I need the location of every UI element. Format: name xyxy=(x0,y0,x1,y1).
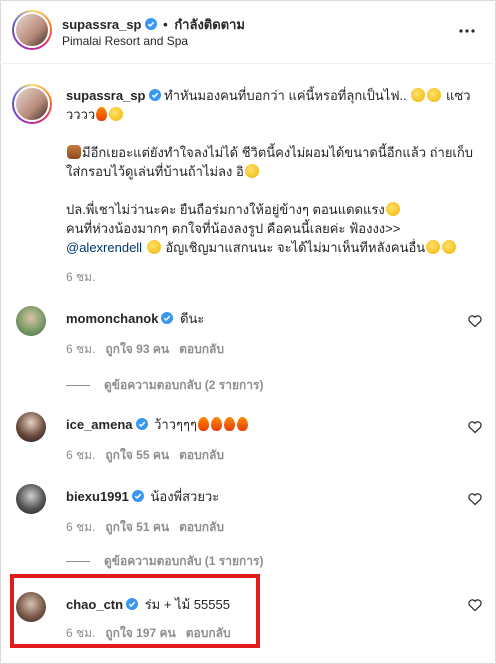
caption-time: 6 ชม. xyxy=(66,270,96,284)
mention-link[interactable]: @alexrendell xyxy=(66,240,142,255)
comment-meta: 6 ชม. ถูกใจ 51 คน ตอบกลับ xyxy=(66,518,224,537)
more-horizontal-icon[interactable] xyxy=(458,22,476,40)
comment-body: biexu1991 น้องพี่สวยวะ xyxy=(66,486,219,507)
location-link[interactable]: Pimalai Resort and Spa xyxy=(62,34,188,48)
comment-time: 6 ชม. xyxy=(66,448,96,462)
comment-username[interactable]: ice_amena xyxy=(66,417,133,432)
comment-time: 6 ชม. xyxy=(66,520,96,534)
sunglasses-emoji-icon xyxy=(411,88,426,102)
caption-paragraph-3a: ปล.พี่เชาไม่ว่านะคะ ยืนถือร่มกางให้อยู่ข… xyxy=(66,202,385,217)
smile-emoji-icon xyxy=(244,164,259,178)
comment-reply-button[interactable]: ตอบกลับ xyxy=(179,342,224,356)
crazy-face-emoji-icon xyxy=(146,240,161,254)
caption-line-1: ทำหันมองคนที่บอกว่า แค่นี้หรอที่ลุกเป็นไ… xyxy=(164,88,407,103)
bag-emoji-icon xyxy=(67,145,81,159)
verified-badge-icon xyxy=(161,312,174,324)
comment-reply-button[interactable]: ตอบกลับ xyxy=(179,448,224,462)
verified-badge-icon xyxy=(144,18,157,30)
comment-meta: 6 ชม. ถูกใจ 55 คน ตอบกลับ xyxy=(66,446,224,465)
fire-emoji-icon xyxy=(96,107,108,121)
comment-time: 6 ชม. xyxy=(66,342,96,356)
fire-emoji-icon xyxy=(223,417,235,431)
comment-username[interactable]: biexu1991 xyxy=(66,489,129,504)
comment-body: momonchanok ดีนะ xyxy=(66,308,204,329)
comment-text: น้องพี่สวยวะ xyxy=(150,489,220,504)
verified-badge-icon xyxy=(135,418,148,430)
caption-paragraph-3b: คนที่ห่วงน้องมากๆ ตกใจที่น้องลงรูป คือคน… xyxy=(66,221,401,236)
smile-emoji-icon xyxy=(109,107,124,121)
comment-avatar-biexu1991[interactable] xyxy=(16,484,46,514)
comment-username[interactable]: momonchanok xyxy=(66,311,158,326)
comment-body: ice_amena ว้าวๆๆๆ xyxy=(66,414,249,435)
tongue-emoji-icon xyxy=(385,202,400,216)
header-avatar[interactable] xyxy=(12,10,52,50)
comment-text: ว้าวๆๆๆ xyxy=(154,417,197,432)
like-heart-icon[interactable] xyxy=(468,598,482,612)
tongue-wink-emoji-icon xyxy=(427,88,442,102)
slight-smile-emoji-icon xyxy=(442,240,457,254)
comment-avatar-momonchanok[interactable] xyxy=(16,306,46,336)
post-caption: supassra_sp ทำหันมองคนที่บอกว่า แค่นี้หร… xyxy=(66,86,476,257)
comment-likes-button[interactable]: ถูกใจ 55 คน xyxy=(105,448,169,462)
caption-username[interactable]: supassra_sp xyxy=(66,88,146,103)
comment-avatar-ice-amena[interactable] xyxy=(16,412,46,442)
fire-emoji-icon xyxy=(210,417,222,431)
verified-badge-icon xyxy=(131,490,144,502)
caption-paragraph-2: มีอีกเยอะแต่ยังทำใจลงไม่ได้ ชีวิตนี้คงไม… xyxy=(66,145,474,179)
like-heart-icon[interactable] xyxy=(468,420,482,434)
view-replies-button[interactable]: ดูข้อความตอบกลับ (1 รายการ) xyxy=(66,552,263,571)
comment-reply-button[interactable]: ตอบกลับ xyxy=(179,520,224,534)
caption-avatar[interactable] xyxy=(12,84,52,124)
fire-emoji-icon xyxy=(236,417,248,431)
like-heart-icon[interactable] xyxy=(468,314,482,328)
fire-emoji-icon xyxy=(197,417,209,431)
following-button[interactable]: กำลังติดตาม xyxy=(174,17,245,32)
like-heart-icon[interactable] xyxy=(468,492,482,506)
header-username[interactable]: supassra_sp xyxy=(62,17,142,32)
verified-badge-icon xyxy=(148,89,161,101)
highlight-box xyxy=(10,574,260,648)
post-header: supassra_sp • กำลังติดตาม Pimalai Resort… xyxy=(0,0,494,64)
view-replies-button[interactable]: ดูข้อความตอบกลับ (2 รายการ) xyxy=(66,376,263,395)
caption-paragraph-3c: อัญเชิญมาแสกนนะ จะได้ไม่มาเห็นทีหลังคนอื… xyxy=(165,240,426,255)
header-separator: • xyxy=(163,17,168,32)
comment-likes-button[interactable]: ถูกใจ 51 คน xyxy=(105,520,169,534)
comment-likes-button[interactable]: ถูกใจ 93 คน xyxy=(105,342,169,356)
comment-meta: 6 ชม. ถูกใจ 93 คน ตอบกลับ xyxy=(66,340,224,359)
comment-text: ดีนะ xyxy=(180,311,205,326)
smile-emoji-icon xyxy=(426,240,441,254)
